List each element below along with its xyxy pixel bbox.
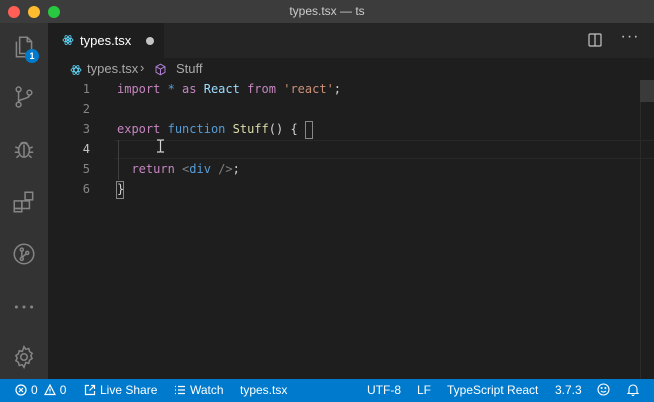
breadcrumb-symbol[interactable]: Stuff: [176, 61, 203, 76]
line-number: 6: [82, 182, 90, 196]
typescript-version-status[interactable]: 3.7.3: [555, 383, 582, 397]
activity-bar: 1: [0, 23, 48, 379]
code-token: from: [247, 82, 276, 96]
explorer-button[interactable]: 1: [0, 27, 48, 67]
warning-icon: [43, 384, 56, 396]
bell-icon: [627, 384, 639, 396]
code-editor[interactable]: 1 2 3 4 5 6 import * as React from 'reac…: [48, 80, 654, 379]
error-icon: [15, 384, 27, 396]
more-views-button[interactable]: [0, 287, 48, 327]
settings-gear-icon: [14, 345, 34, 369]
code-line-3: export function Stuff() {: [117, 122, 298, 136]
code-token: *: [160, 82, 183, 96]
code-token: as: [182, 82, 197, 96]
encoding-status[interactable]: UTF-8: [367, 383, 401, 397]
code-line-1: import * as React from 'react';: [117, 82, 341, 96]
line-number: 1: [82, 82, 90, 96]
line-number-current: 4: [82, 142, 90, 156]
tab-types-tsx[interactable]: types.tsx: [48, 23, 164, 58]
live-share-icon: [13, 243, 35, 265]
code-token: />: [210, 162, 233, 176]
current-line-highlight: [114, 140, 654, 159]
feedback-button[interactable]: [597, 383, 614, 396]
live-share-panel-button[interactable]: [0, 234, 48, 274]
debug-button[interactable]: [0, 129, 48, 169]
more-icon: [14, 305, 34, 309]
watch-status[interactable]: Watch: [174, 383, 224, 397]
explorer-badge: 1: [25, 49, 39, 63]
window-title: types.tsx — ts: [289, 4, 365, 18]
notifications-button[interactable]: [627, 383, 643, 396]
split-editor-icon[interactable]: [587, 32, 603, 48]
feedback-smiley-icon: [597, 383, 610, 396]
code-token: Stuff: [232, 122, 269, 136]
source-control-icon: [15, 86, 33, 108]
language-mode-status[interactable]: TypeScript React: [447, 383, 538, 397]
react-file-icon: [62, 35, 74, 45]
error-count: 0: [31, 383, 38, 397]
warning-count: 0: [59, 383, 67, 397]
watch-label: Watch: [190, 383, 224, 397]
code-token: {: [290, 122, 298, 136]
editor-tab-bar: types.tsx ···: [48, 23, 654, 58]
code-token: 'react': [283, 82, 334, 96]
breadcrumb: types.tsx › Stuff: [48, 58, 654, 80]
source-control-button[interactable]: [0, 77, 48, 117]
line-number: 2: [82, 102, 90, 116]
code-token: export: [117, 122, 161, 136]
breadcrumb-separator: ›: [140, 60, 145, 75]
code-line-5: return <div />;: [117, 162, 240, 176]
line-number: 3: [82, 122, 90, 136]
eol-status[interactable]: LF: [417, 383, 431, 397]
status-bar: 0 0 Live Share Watch types.tsx UTF-8 LF …: [0, 379, 654, 402]
title-bar: types.tsx — ts: [0, 0, 654, 23]
live-share-icon: [84, 384, 96, 396]
tab-label: types.tsx: [80, 33, 132, 48]
code-token: function: [167, 122, 226, 136]
bracket-match-highlight: [305, 121, 313, 139]
list-icon: [175, 385, 185, 395]
unsaved-changes-dot[interactable]: [146, 37, 154, 45]
text-cursor-icon: [157, 139, 164, 153]
code-token: ;: [333, 82, 342, 96]
code-token: ;: [232, 162, 240, 176]
live-share-status[interactable]: Live Share: [84, 383, 157, 397]
active-file-status[interactable]: types.tsx: [240, 383, 287, 397]
code-token: div: [189, 162, 211, 176]
code-token: React: [196, 82, 248, 96]
line-number: 5: [82, 162, 90, 176]
code-token: (): [268, 122, 291, 136]
bracket-match-highlight: [116, 181, 124, 199]
extensions-button[interactable]: [0, 182, 48, 222]
live-share-label: Live Share: [100, 383, 158, 397]
more-actions-button[interactable]: ···: [620, 29, 640, 49]
scrollbar-slider[interactable]: [640, 80, 654, 102]
editor-scrollbar[interactable]: [640, 80, 654, 379]
vscode-window: types.tsx — ts 1 types.tsx ··· types.tsx…: [0, 0, 654, 402]
problems-status[interactable]: 0 0: [15, 383, 66, 397]
extensions-icon: [13, 191, 34, 213]
code-token: return: [131, 162, 175, 176]
code-token: import: [117, 82, 161, 96]
react-file-icon: [70, 65, 82, 75]
debug-icon: [14, 141, 34, 159]
settings-button[interactable]: [0, 337, 48, 377]
breadcrumb-file[interactable]: types.tsx: [87, 61, 138, 76]
symbol-icon: [155, 63, 166, 76]
